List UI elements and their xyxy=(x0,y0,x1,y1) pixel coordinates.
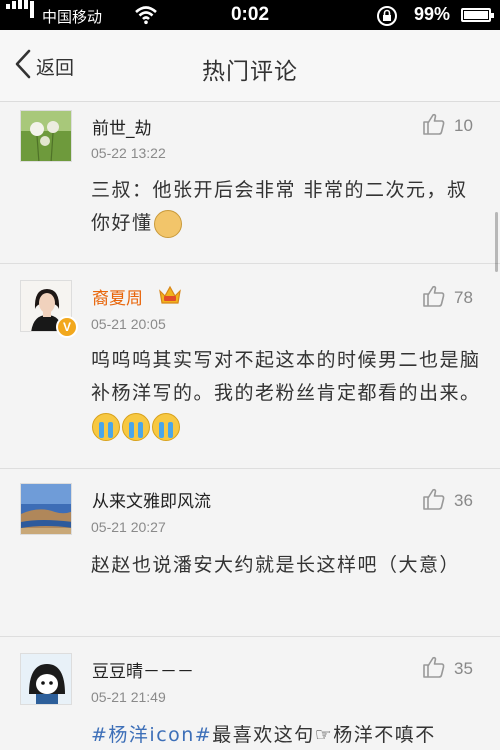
comment-body: 呜呜呜其实写对不起这本的时候男二也是脑补杨洋写的。我的老粉丝肯定都看的出来。 xyxy=(91,349,481,404)
verified-badge-icon: V xyxy=(56,316,78,338)
like-button[interactable]: 10 xyxy=(422,112,473,140)
comment-item: 从来文雅即风流 05-21 20:27 36 赵赵也说潘安大约就是长这样吧（大意… xyxy=(0,469,500,637)
comment-time: 05-21 20:05 xyxy=(91,316,166,332)
comment-item: 豆豆晴－－－ 05-21 21:49 35 #杨洋icon#最喜欢这句☞杨洋不嗔… xyxy=(0,637,500,750)
comment-list[interactable]: 前世_劫 05-22 13:22 10 三叔：他张开后会非常 非常的二次元，叔你… xyxy=(0,102,500,750)
like-count: 78 xyxy=(454,288,473,307)
vip-crown-icon xyxy=(158,284,182,310)
like-count: 36 xyxy=(454,491,473,510)
navigation-bar: 返回 热门评论 xyxy=(0,30,500,102)
comment-body: 最喜欢这句☞杨洋不嗔不 xyxy=(212,724,436,746)
battery-icon xyxy=(461,8,494,22)
crying-emoji-icon xyxy=(122,412,150,441)
scrollbar[interactable] xyxy=(495,212,498,272)
page-title: 热门评论 xyxy=(202,59,298,85)
avatar[interactable] xyxy=(20,653,72,705)
like-count: 35 xyxy=(454,659,473,678)
comment-text: 呜呜呜其实写对不起这本的时候男二也是脑补杨洋写的。我的老粉丝肯定都看的出来。 xyxy=(91,344,481,443)
comment-time: 05-22 13:22 xyxy=(91,145,166,161)
status-bar: 中国移动 0:02 99% xyxy=(0,0,500,30)
rotation-lock-icon xyxy=(376,5,398,32)
comment-username[interactable]: 豆豆晴－－－ xyxy=(92,657,194,682)
like-count: 10 xyxy=(454,116,473,135)
thumbs-up-icon xyxy=(422,112,446,140)
crying-emoji-icon xyxy=(92,412,120,441)
like-button[interactable]: 36 xyxy=(422,487,473,515)
thumbs-up-icon xyxy=(422,655,446,683)
battery-percentage: 99% xyxy=(414,4,451,24)
comment-username[interactable]: 前世_劫 xyxy=(92,114,152,139)
comment-text: 赵赵也说潘安大约就是长这样吧（大意） xyxy=(91,554,461,576)
crying-emoji-icon xyxy=(152,412,180,441)
comment-username[interactable]: 裔夏周 xyxy=(92,284,143,309)
like-button[interactable]: 78 xyxy=(422,284,473,312)
thumbs-up-icon xyxy=(422,487,446,515)
hashtag-link[interactable]: #杨洋icon# xyxy=(91,724,212,746)
comment-body: 三叔：他张开后会非常 非常的二次元，叔你好懂 xyxy=(91,179,468,234)
comment-time: 05-21 20:27 xyxy=(91,519,166,535)
comment-text: #杨洋icon#最喜欢这句☞杨洋不嗔不 xyxy=(91,719,481,750)
comment-text: 三叔：他张开后会非常 非常的二次元，叔你好懂 xyxy=(91,174,481,240)
avatar[interactable] xyxy=(20,110,72,162)
comment-time: 05-21 21:49 xyxy=(91,689,166,705)
thumbs-up-icon xyxy=(422,284,446,312)
comment-item: 前世_劫 05-22 13:22 10 三叔：他张开后会非常 非常的二次元，叔你… xyxy=(0,102,500,264)
like-button[interactable]: 35 xyxy=(422,655,473,683)
comment-username[interactable]: 从来文雅即风流 xyxy=(92,487,211,512)
comment-item: V 裔夏周 05-21 20:05 78 呜呜呜其实写对不起这本的时候男二也是脑… xyxy=(0,264,500,469)
avatar[interactable] xyxy=(20,483,72,535)
doge-emoji-icon xyxy=(153,209,182,238)
